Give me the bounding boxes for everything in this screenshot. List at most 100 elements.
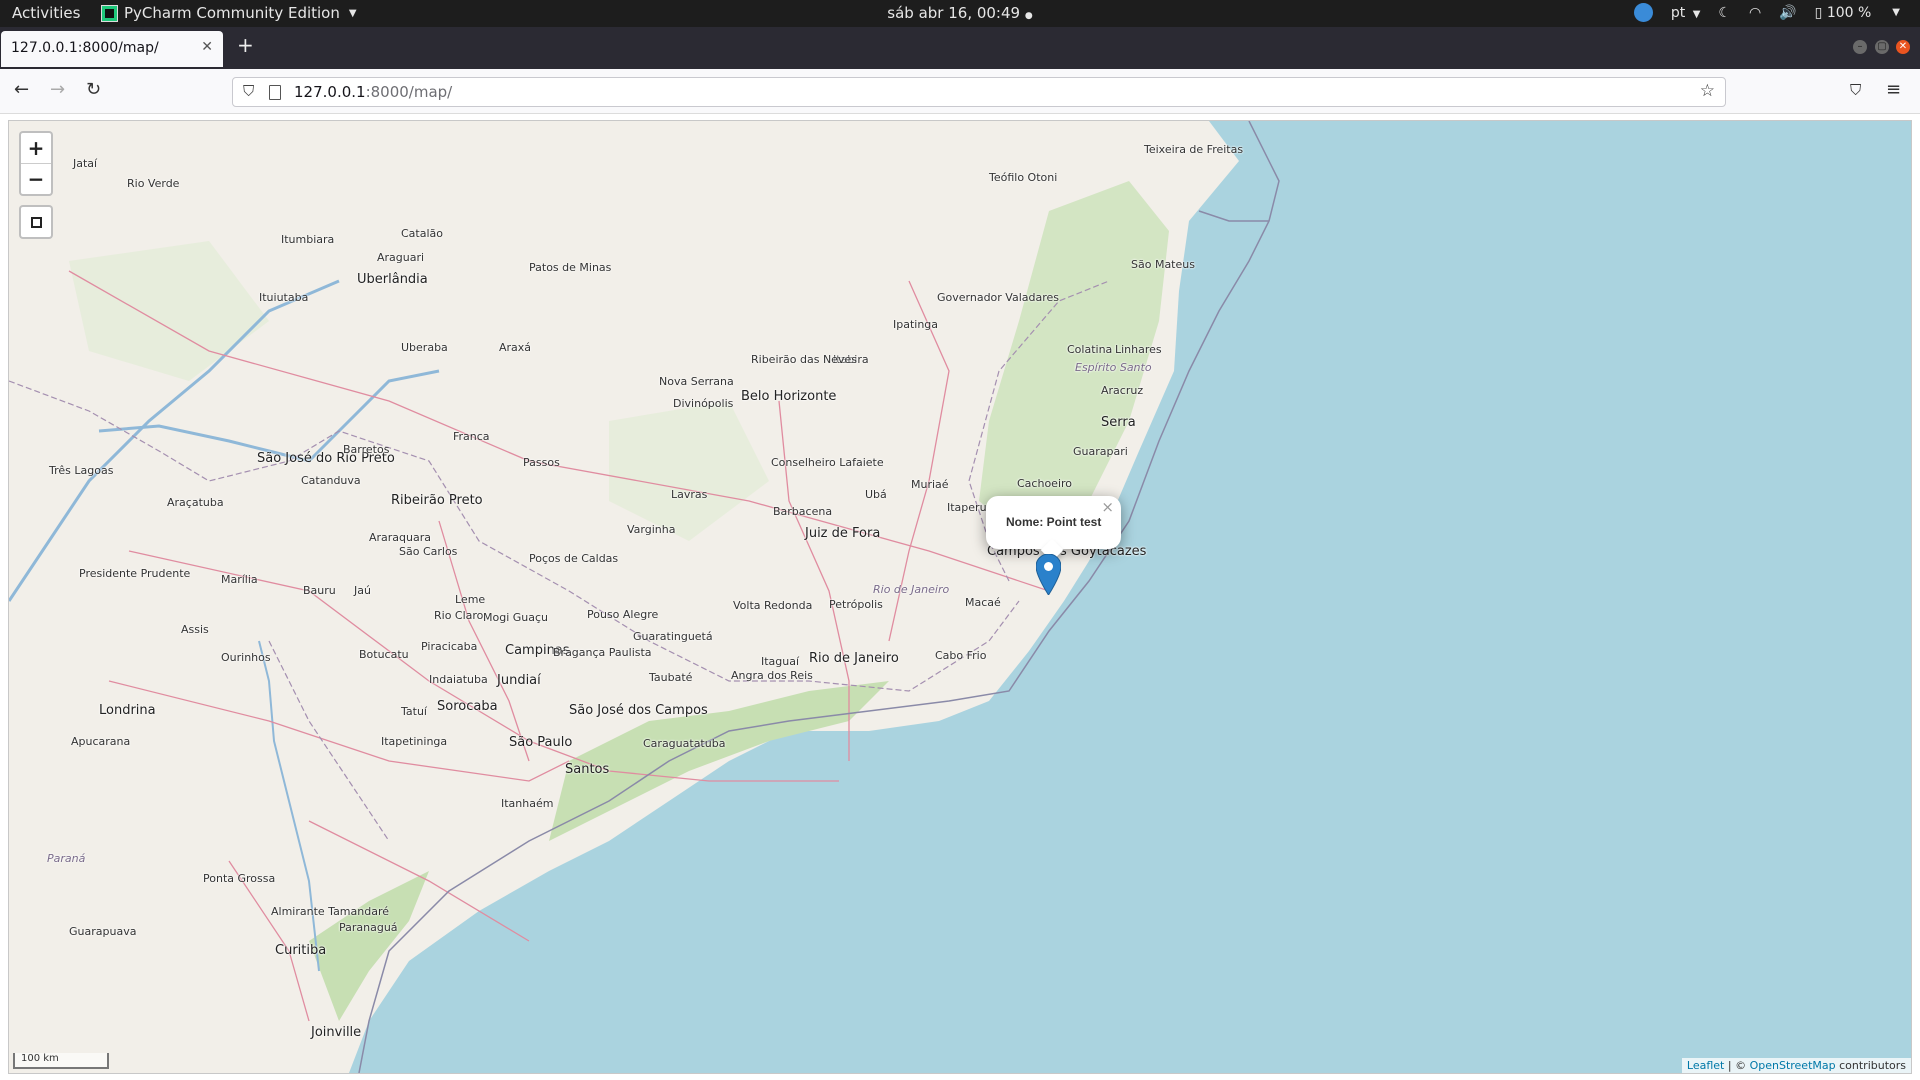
city-label: Linhares [1115, 343, 1162, 356]
url-bar[interactable]: ⛉ 127.0.0.1:8000/map/ ☆ [232, 77, 1726, 107]
city-label: Uberlândia [357, 272, 428, 287]
city-label: Santos [565, 762, 610, 777]
navigation-bar: ← → ↻ ⛉ 127.0.0.1:8000/map/ ☆ ⛉ ≡ [0, 69, 1920, 114]
city-label: Caraguatatuba [643, 737, 726, 750]
close-window-icon[interactable]: ✕ [1896, 40, 1910, 54]
zoom-control: + − [19, 131, 53, 196]
map-marker-icon[interactable] [1036, 554, 1061, 595]
app-menu[interactable]: PyCharm Community Edition ▼ [101, 4, 357, 22]
activities-button[interactable]: Activities [12, 4, 80, 22]
page-icon[interactable] [269, 85, 281, 100]
city-label: Itapetininga [381, 735, 448, 748]
city-label: Indaiatuba [429, 673, 488, 686]
zoom-in-button[interactable]: + [21, 133, 51, 164]
city-label: Guarapari [1073, 445, 1128, 458]
osm-link[interactable]: OpenStreetMap [1750, 1059, 1836, 1072]
city-label: São José dos Campos [569, 703, 708, 718]
city-label: Itumbiara [281, 233, 335, 246]
city-label: Rio de Janeiro [873, 583, 950, 596]
hamburger-menu-icon[interactable]: ≡ [1886, 79, 1901, 100]
city-label: Araxá [499, 341, 532, 354]
night-light-icon[interactable]: ☾ [1718, 5, 1731, 21]
city-label: Colatina [1067, 343, 1113, 356]
map-attribution: Leaflet | © OpenStreetMap contributors [1681, 1058, 1911, 1073]
city-label: Ubá [865, 488, 887, 501]
new-tab-icon[interactable]: + [237, 33, 254, 57]
city-label: Angra dos Reis [731, 669, 813, 682]
city-label: Rio Verde [127, 177, 180, 190]
notification-dot-icon: ● [1024, 11, 1033, 21]
popup-content: Nome: Point test [1006, 515, 1102, 529]
software-updater-icon[interactable] [1633, 3, 1653, 22]
city-label: Itaguaí [761, 655, 800, 668]
close-tab-icon[interactable]: ✕ [201, 39, 213, 55]
city-label: Bragança Paulista [553, 646, 652, 659]
city-label: Belo Horizonte [741, 389, 837, 404]
url-text[interactable]: 127.0.0.1:8000/map/ [294, 83, 452, 101]
volume-icon[interactable]: 🔊 [1779, 5, 1796, 21]
map-tiles [9, 121, 1280, 1073]
maximize-window-icon[interactable]: ▢ [1875, 40, 1889, 54]
city-label: Franca [453, 430, 490, 443]
tab-title: 127.0.0.1:8000/map/ [11, 40, 159, 56]
city-label: Conselheiro Lafaiete [771, 456, 884, 469]
city-label: Sorocaba [437, 699, 498, 714]
city-label: Araguari [377, 251, 425, 264]
forward-icon[interactable]: → [50, 79, 65, 100]
pocket-icon[interactable]: ⛉ [1850, 81, 1861, 99]
pycharm-icon [101, 4, 118, 22]
language-indicator[interactable]: pt ▼ [1671, 5, 1701, 21]
reload-icon[interactable]: ↻ [86, 79, 101, 100]
city-label: Rio Claro [434, 609, 484, 622]
city-label: Muriaé [911, 478, 949, 491]
square-icon [31, 217, 42, 228]
city-label: Paraná [47, 852, 86, 865]
browser-tab[interactable]: 127.0.0.1:8000/map/ ✕ [1, 31, 223, 67]
tab-strip: 127.0.0.1:8000/map/ ✕ + – ▢ ✕ [0, 27, 1920, 69]
city-label: Botucatu [359, 648, 409, 661]
city-label: Ribeirão Preto [391, 493, 483, 508]
city-label: Jaú [354, 584, 371, 597]
city-label: Taubaté [649, 671, 693, 684]
leaflet-link[interactable]: Leaflet [1687, 1059, 1724, 1072]
popup-close-button[interactable]: × [1101, 498, 1114, 516]
city-label: Piracicaba [421, 640, 478, 653]
draw-rectangle-button[interactable] [19, 205, 53, 239]
city-label: Teixeira de Freitas [1144, 143, 1244, 156]
city-label: Araraquara [369, 531, 432, 544]
city-label: Teófilo Otoni [989, 171, 1058, 184]
city-label: Catanduva [301, 474, 361, 487]
wifi-icon[interactable]: ◠ [1749, 5, 1761, 21]
city-label: Leme [455, 593, 486, 606]
city-label: Guarapuava [69, 925, 137, 938]
leaflet-map[interactable]: Jataí Rio Verde Itumbiara Catalão Araguari Ub… [8, 120, 1912, 1074]
city-label: Patos de Minas [529, 261, 612, 274]
zoom-out-button[interactable]: − [21, 164, 51, 194]
app-name: PyCharm Community Edition [124, 4, 340, 22]
city-label: Curitiba [275, 943, 327, 958]
shield-icon[interactable]: ⛉ [243, 82, 254, 100]
city-label: Mogi Guaçu [483, 611, 549, 624]
city-label: Jataí [73, 157, 98, 170]
city-label: Ribeirão das Neves [751, 353, 857, 366]
city-label: Ipatinga [893, 318, 939, 331]
city-label: São Mateus [1131, 258, 1195, 271]
city-label: Pouso Alegre [587, 608, 659, 621]
city-label: Jundiaí [497, 673, 541, 688]
city-label: Joinville [311, 1025, 362, 1040]
city-label: Governador Valadares [937, 291, 1060, 304]
clock[interactable]: sáb abr 16, 00:49 [887, 4, 1020, 22]
city-label: Espírito Santo [1075, 361, 1152, 374]
minimize-window-icon[interactable]: – [1853, 40, 1867, 54]
city-label: Divinópolis [673, 397, 734, 410]
chevron-down-icon: ▼ [348, 7, 357, 19]
system-menu-chevron-icon[interactable]: ▼ [1892, 7, 1900, 18]
battery-indicator[interactable]: ▯ 100 % [1815, 5, 1872, 21]
city-label: Ourinhos [221, 651, 271, 664]
city-label: Catalão [401, 227, 444, 240]
city-label: Volta Redonda [733, 599, 813, 612]
city-label: Serra [1101, 415, 1136, 430]
city-label: Petrópolis [829, 598, 883, 611]
back-icon[interactable]: ← [14, 79, 29, 100]
bookmark-star-icon[interactable]: ☆ [1700, 81, 1715, 101]
